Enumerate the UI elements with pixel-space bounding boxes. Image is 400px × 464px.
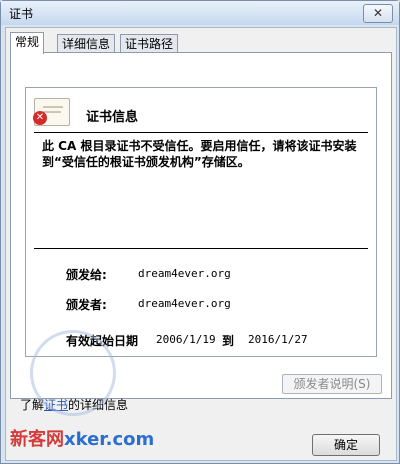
issued-to-value: dream4ever.org xyxy=(138,267,231,280)
issued-by-value: dream4ever.org xyxy=(138,297,231,310)
error-x-icon: ✕ xyxy=(33,111,47,125)
certificate-info-title: 证书信息 xyxy=(86,110,139,125)
window-title: 证书 xyxy=(9,7,34,21)
issued-to-label: 颁发给: xyxy=(66,268,107,282)
certificate-info-box: ✕ 证书信息 此 CA 根目录证书不受信任。要启用信任，请将该证书安装到“受信任… xyxy=(25,87,377,357)
divider xyxy=(34,248,368,249)
tab-details[interactable]: 详细信息 xyxy=(57,34,116,53)
tab-certification-path[interactable]: 证书路径 xyxy=(120,34,179,53)
tab-general[interactable]: 常规 xyxy=(10,32,45,54)
title-bar: 证书 ✕ xyxy=(1,1,399,25)
cert-icon-line xyxy=(43,111,61,113)
certificate-error-icon: ✕ xyxy=(33,98,70,126)
issuer-statement-button[interactable]: 颁发者说明(S) xyxy=(282,374,382,394)
issued-by-label: 颁发者: xyxy=(66,298,107,312)
cert-icon-line xyxy=(43,106,63,108)
valid-to-value: 2016/1/27 xyxy=(248,333,308,346)
divider xyxy=(34,132,368,133)
watermark-logo xyxy=(30,330,116,416)
watermark: 新客网xker.com xyxy=(10,425,154,451)
valid-to-label: 到 xyxy=(222,334,235,348)
trust-warning-text: 此 CA 根目录证书不受信任。要启用信任，请将该证书安装到“受信任的根证书颁发机… xyxy=(42,139,357,169)
watermark-domain: xker.com xyxy=(64,429,155,450)
ok-button[interactable]: 确定 xyxy=(312,434,380,456)
watermark-text: 新客网 xyxy=(10,429,64,450)
close-button[interactable]: ✕ xyxy=(363,4,393,23)
valid-from-value: 2006/1/19 xyxy=(156,333,216,346)
